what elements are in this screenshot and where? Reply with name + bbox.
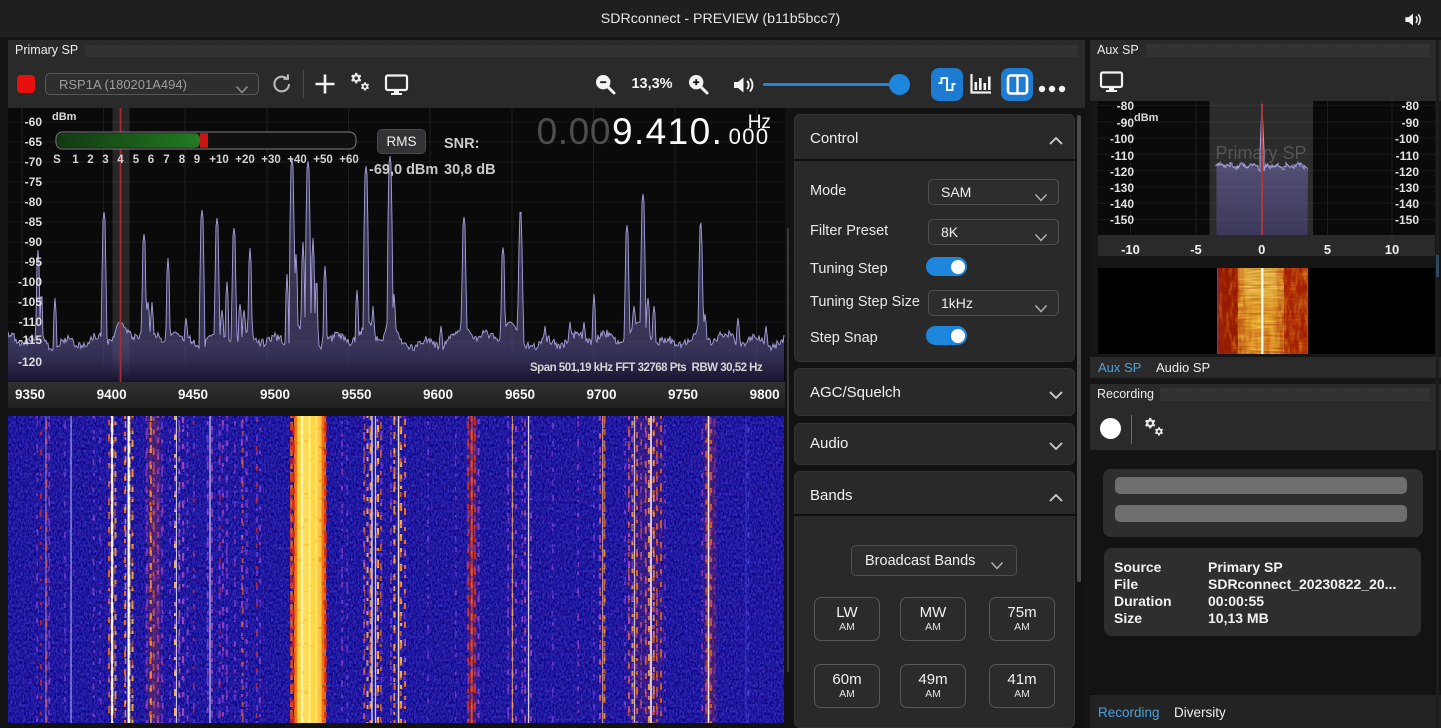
svg-text:Primary SP: Primary SP bbox=[1215, 143, 1306, 163]
